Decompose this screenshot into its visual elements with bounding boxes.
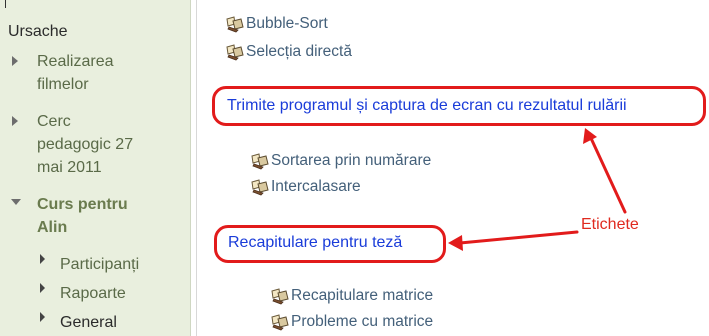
arrow-up-head [583, 128, 597, 144]
arrow-left-line [458, 230, 579, 245]
arrow-up-line [588, 134, 627, 214]
annotation-arrows [448, 128, 627, 251]
arrow-left-head [448, 235, 463, 251]
